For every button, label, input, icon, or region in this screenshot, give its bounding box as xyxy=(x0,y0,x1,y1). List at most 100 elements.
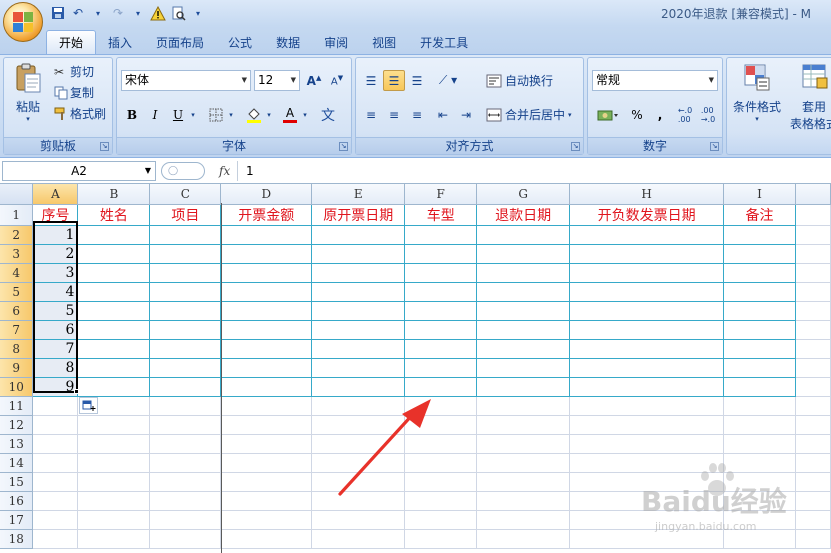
row-header[interactable]: 1 xyxy=(0,204,34,226)
row-header[interactable]: 5 xyxy=(0,282,34,302)
row-header[interactable]: 16 xyxy=(0,491,34,511)
select-all-corner[interactable] xyxy=(0,184,34,205)
column-header-h[interactable]: H xyxy=(569,184,725,205)
column-header-c[interactable]: C xyxy=(149,184,222,205)
align-left-button[interactable]: ≡ xyxy=(360,104,382,125)
merge-center-button[interactable]: 合并后居中 ▾ xyxy=(486,104,572,125)
underline-button[interactable]: U xyxy=(167,104,189,125)
empty-cell[interactable] xyxy=(32,396,79,416)
empty-cell[interactable] xyxy=(795,415,831,435)
empty-cell[interactable] xyxy=(77,415,151,435)
chevron-down-icon[interactable]: ▾ xyxy=(263,104,275,125)
empty-cell[interactable] xyxy=(149,491,222,511)
data-cell[interactable] xyxy=(404,358,478,378)
formula-bar-toggle[interactable]: ◯ xyxy=(161,162,205,180)
decrease-decimal-button[interactable]: .00 →.0 xyxy=(697,104,719,125)
data-cell[interactable] xyxy=(77,244,151,264)
cut-button[interactable]: ✂ 剪切 xyxy=(54,62,94,81)
font-name-combo[interactable]: 宋体 ▼ xyxy=(121,70,251,91)
worksheet-grid[interactable]: A B C D E F G H I 1 序号 姓名 项目 开票金额 原开票日期 车型 退款日期 开负数发票日期 备注… xyxy=(0,184,831,553)
increase-indent-button[interactable]: ⇥ xyxy=(455,104,477,125)
data-cell[interactable] xyxy=(77,377,151,397)
save-icon[interactable] xyxy=(50,5,66,21)
header-cell[interactable]: 开负数发票日期 xyxy=(569,204,725,226)
empty-cell[interactable] xyxy=(149,396,222,416)
empty-cell[interactable] xyxy=(569,415,725,435)
row-header[interactable]: 4 xyxy=(0,263,34,283)
italic-button[interactable]: I xyxy=(144,104,166,125)
borders-button[interactable] xyxy=(205,104,227,125)
data-cell[interactable] xyxy=(77,358,151,378)
empty-cell[interactable] xyxy=(311,434,406,454)
header-cell[interactable]: 备注 xyxy=(723,204,796,226)
empty-cell[interactable] xyxy=(32,434,79,454)
empty-cell[interactable] xyxy=(404,396,478,416)
empty-cell[interactable] xyxy=(32,510,79,530)
redo-icon[interactable]: ↷ xyxy=(110,5,126,21)
row-header[interactable]: 15 xyxy=(0,472,34,492)
column-header-d[interactable]: D xyxy=(220,184,313,205)
fill-color-button[interactable] xyxy=(243,104,265,125)
row-header[interactable]: 6 xyxy=(0,301,34,321)
empty-cell[interactable] xyxy=(795,434,831,454)
data-cell[interactable] xyxy=(404,244,478,264)
empty-cell[interactable] xyxy=(32,529,79,549)
data-cell[interactable] xyxy=(311,358,406,378)
data-cell[interactable] xyxy=(220,263,313,283)
accounting-format-button[interactable] xyxy=(592,104,624,125)
data-cell[interactable] xyxy=(149,377,222,397)
empty-cell[interactable] xyxy=(311,510,406,530)
empty-cell[interactable] xyxy=(795,282,831,302)
data-cell[interactable] xyxy=(77,339,151,359)
empty-cell[interactable] xyxy=(795,301,831,321)
bold-button[interactable]: B xyxy=(121,104,143,125)
data-cell[interactable] xyxy=(476,301,571,321)
empty-cell[interactable] xyxy=(149,453,222,473)
empty-cell[interactable] xyxy=(795,225,831,245)
data-cell[interactable] xyxy=(569,320,725,340)
data-cell[interactable] xyxy=(149,320,222,340)
empty-cell[interactable] xyxy=(77,491,151,511)
empty-cell[interactable] xyxy=(77,434,151,454)
row-header[interactable]: 7 xyxy=(0,320,34,340)
empty-cell[interactable] xyxy=(569,396,725,416)
data-cell[interactable] xyxy=(404,301,478,321)
data-cell[interactable] xyxy=(404,339,478,359)
empty-cell[interactable] xyxy=(32,472,79,492)
column-header-overflow[interactable] xyxy=(795,184,831,205)
warning-icon[interactable] xyxy=(150,5,166,21)
tab-data[interactable]: 数据 xyxy=(264,30,312,54)
number-launcher-icon[interactable]: ↘ xyxy=(710,142,719,151)
row-header[interactable]: 13 xyxy=(0,434,34,454)
empty-cell[interactable] xyxy=(795,472,831,492)
empty-cell[interactable] xyxy=(569,529,725,549)
data-cell[interactable] xyxy=(723,320,796,340)
empty-cell[interactable] xyxy=(795,396,831,416)
row-header[interactable]: 9 xyxy=(0,358,34,378)
paste-button[interactable]: 粘贴 ▾ xyxy=(10,62,46,123)
empty-cell[interactable] xyxy=(795,529,831,549)
data-cell[interactable] xyxy=(569,225,725,245)
data-cell[interactable] xyxy=(723,225,796,245)
header-cell[interactable]: 姓名 xyxy=(77,204,151,226)
data-cell[interactable] xyxy=(220,320,313,340)
row-header[interactable]: 18 xyxy=(0,529,34,549)
copy-button[interactable]: 复制 xyxy=(54,83,94,102)
empty-cell[interactable] xyxy=(569,491,725,511)
empty-cell[interactable] xyxy=(220,510,313,530)
column-header-g[interactable]: G xyxy=(476,184,571,205)
tab-page-layout[interactable]: 页面布局 xyxy=(144,30,216,54)
empty-cell[interactable] xyxy=(149,510,222,530)
data-cell[interactable] xyxy=(569,377,725,397)
empty-cell[interactable] xyxy=(723,472,796,492)
data-cell[interactable] xyxy=(723,377,796,397)
data-cell[interactable] xyxy=(476,320,571,340)
data-cell[interactable] xyxy=(404,225,478,245)
data-cell[interactable] xyxy=(77,301,151,321)
format-painter-button[interactable]: 格式刷 xyxy=(54,104,106,123)
data-cell[interactable] xyxy=(476,377,571,397)
serial-cell[interactable]: 5 xyxy=(32,301,79,321)
serial-cell[interactable]: 3 xyxy=(32,263,79,283)
tab-formulas[interactable]: 公式 xyxy=(216,30,264,54)
empty-cell[interactable] xyxy=(220,472,313,492)
